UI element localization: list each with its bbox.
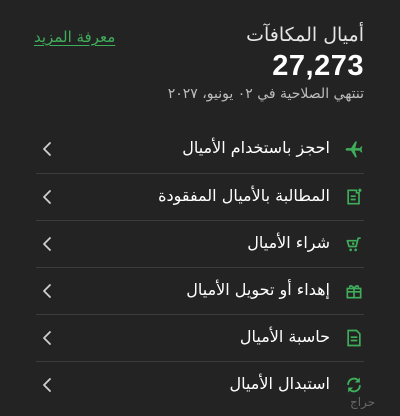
- airplane-icon: [344, 139, 364, 159]
- exchange-arrows-icon: [344, 375, 364, 395]
- chevron-left-icon: [40, 282, 54, 300]
- menu-item-gift-transfer-miles[interactable]: إهداء أو تحويل الأميال: [36, 267, 364, 314]
- document-plus-icon: [344, 187, 364, 207]
- chevron-left-icon: [40, 235, 54, 253]
- watermark-text: حراج: [350, 395, 376, 409]
- chevron-left-icon: [40, 376, 54, 394]
- menu-item-miles-calculator[interactable]: حاسبة الأميال: [36, 314, 364, 361]
- menu-item-book-with-miles[interactable]: احجز باستخدام الأميال: [36, 126, 364, 173]
- gift-icon: [344, 281, 364, 301]
- menu-item-label: إهداء أو تحويل الأميال: [186, 280, 330, 299]
- chevron-left-icon: [40, 329, 54, 347]
- cart-icon: [344, 234, 364, 254]
- menu-item-label: استبدال الأميال: [229, 374, 330, 393]
- miles-balance: 27,273: [272, 50, 364, 82]
- menu-item-redeem-miles[interactable]: استبدال الأميال: [36, 361, 364, 408]
- menu-item-label: احجز باستخدام الأميال: [182, 138, 330, 157]
- menu-item-claim-missing-miles[interactable]: المطالبة بالأميال المفقودة: [36, 173, 364, 220]
- rewards-header: معرفة المزيد أميال المكافآت 27,273 تنتهي…: [0, 0, 400, 118]
- menu-item-label: شراء الأميال: [247, 233, 330, 252]
- calculator-document-icon: [344, 328, 364, 348]
- chevron-left-icon: [40, 140, 54, 158]
- menu-item-buy-miles[interactable]: شراء الأميال: [36, 220, 364, 267]
- learn-more-link[interactable]: معرفة المزيد: [34, 28, 115, 46]
- rewards-miles-title: أميال المكافآت: [246, 24, 364, 46]
- menu-item-label: حاسبة الأميال: [239, 327, 330, 346]
- menu-item-label: المطالبة بالأميال المفقودة: [158, 186, 330, 205]
- chevron-left-icon: [40, 188, 54, 206]
- miles-expiry-text: تنتهي الصلاحية في ٠٢ يونيو، ٢٠٢٧: [167, 86, 364, 102]
- miles-actions-menu: احجز باستخدام الأميال المطالبة بالأميال …: [36, 126, 364, 408]
